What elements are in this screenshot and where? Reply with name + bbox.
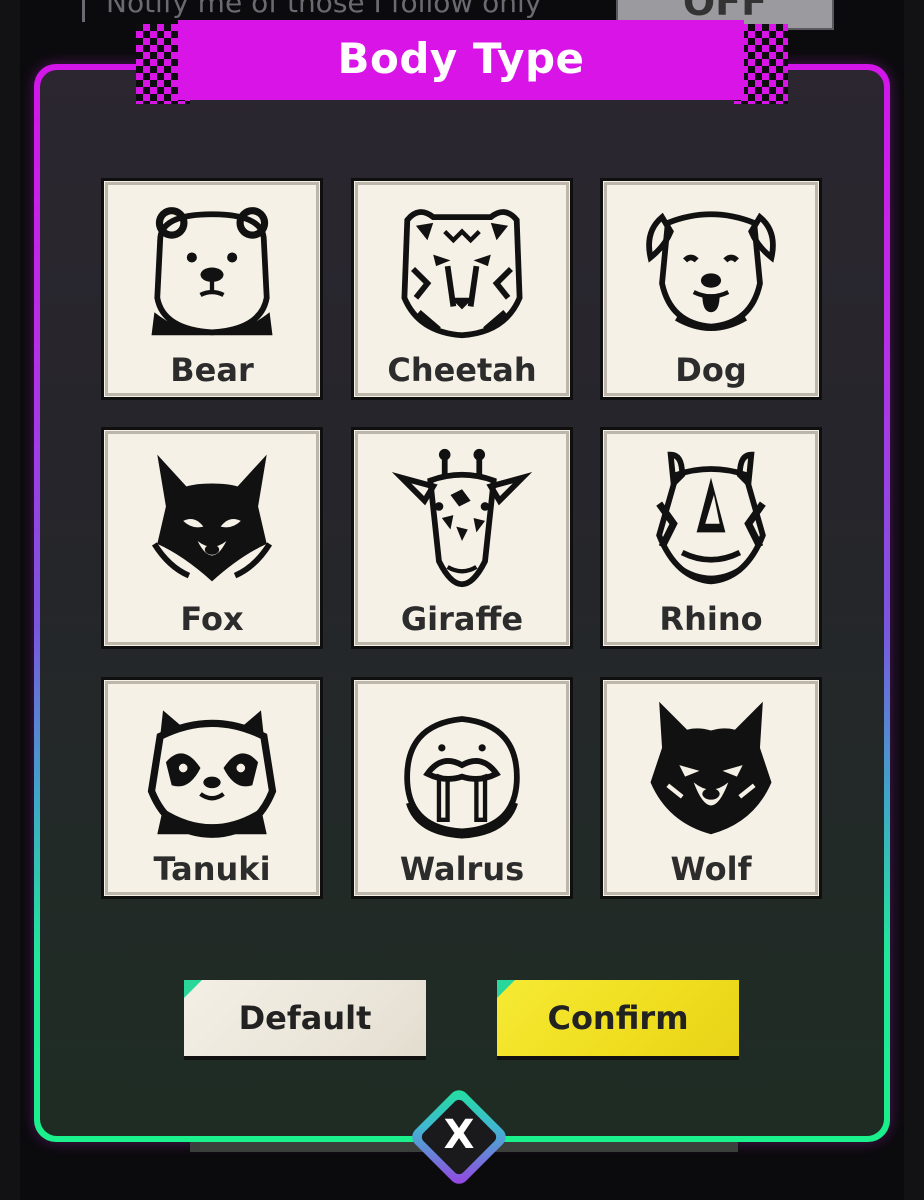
dialog-title: Body Type	[337, 34, 585, 83]
option-label: Cheetah	[387, 351, 537, 389]
title-banner: Body Type	[178, 20, 744, 100]
bear-icon	[151, 207, 273, 336]
option-label: Walrus	[399, 850, 525, 888]
walrus-icon	[404, 716, 520, 839]
dog-icon	[646, 211, 776, 331]
rhino-icon	[656, 451, 766, 585]
body-type-option-giraffe[interactable]: Giraffe	[351, 427, 573, 649]
fox-icon	[151, 454, 273, 582]
body-type-option-rhino[interactable]: Rhino	[600, 427, 822, 649]
option-label: Wolf	[670, 850, 752, 888]
body-type-option-fox[interactable]: Fox	[101, 427, 323, 649]
wolf-icon	[650, 701, 772, 835]
body-type-option-tanuki[interactable]: Tanuki	[101, 677, 323, 899]
option-label: Rhino	[659, 600, 763, 638]
option-label: Dog	[675, 351, 747, 389]
notify-follow-only-text: Notify me of those I follow only	[106, 0, 542, 19]
body-type-option-cheetah[interactable]: Cheetah	[351, 178, 573, 400]
default-button[interactable]: Default	[184, 980, 426, 1056]
body-type-option-bear[interactable]: Bear	[101, 178, 323, 400]
default-button-label: Default	[238, 999, 372, 1037]
option-label: Giraffe	[400, 600, 524, 638]
body-type-option-walrus[interactable]: Walrus	[351, 677, 573, 899]
giraffe-icon	[391, 448, 533, 588]
body-type-option-dog[interactable]: Dog	[600, 178, 822, 400]
option-label: Fox	[180, 600, 244, 638]
close-icon: X	[443, 1112, 475, 1158]
option-label: Bear	[170, 351, 254, 389]
confirm-button-label: Confirm	[547, 999, 689, 1037]
background-panel-left	[0, 0, 20, 1200]
confirm-button[interactable]: Confirm	[497, 980, 739, 1056]
body-type-option-wolf[interactable]: Wolf	[600, 677, 822, 899]
background-panel-right	[904, 0, 924, 1200]
tanuki-icon	[147, 710, 277, 838]
option-label: Tanuki	[153, 850, 271, 888]
cheetah-icon	[401, 209, 523, 339]
close-button[interactable]: X	[408, 1086, 510, 1188]
